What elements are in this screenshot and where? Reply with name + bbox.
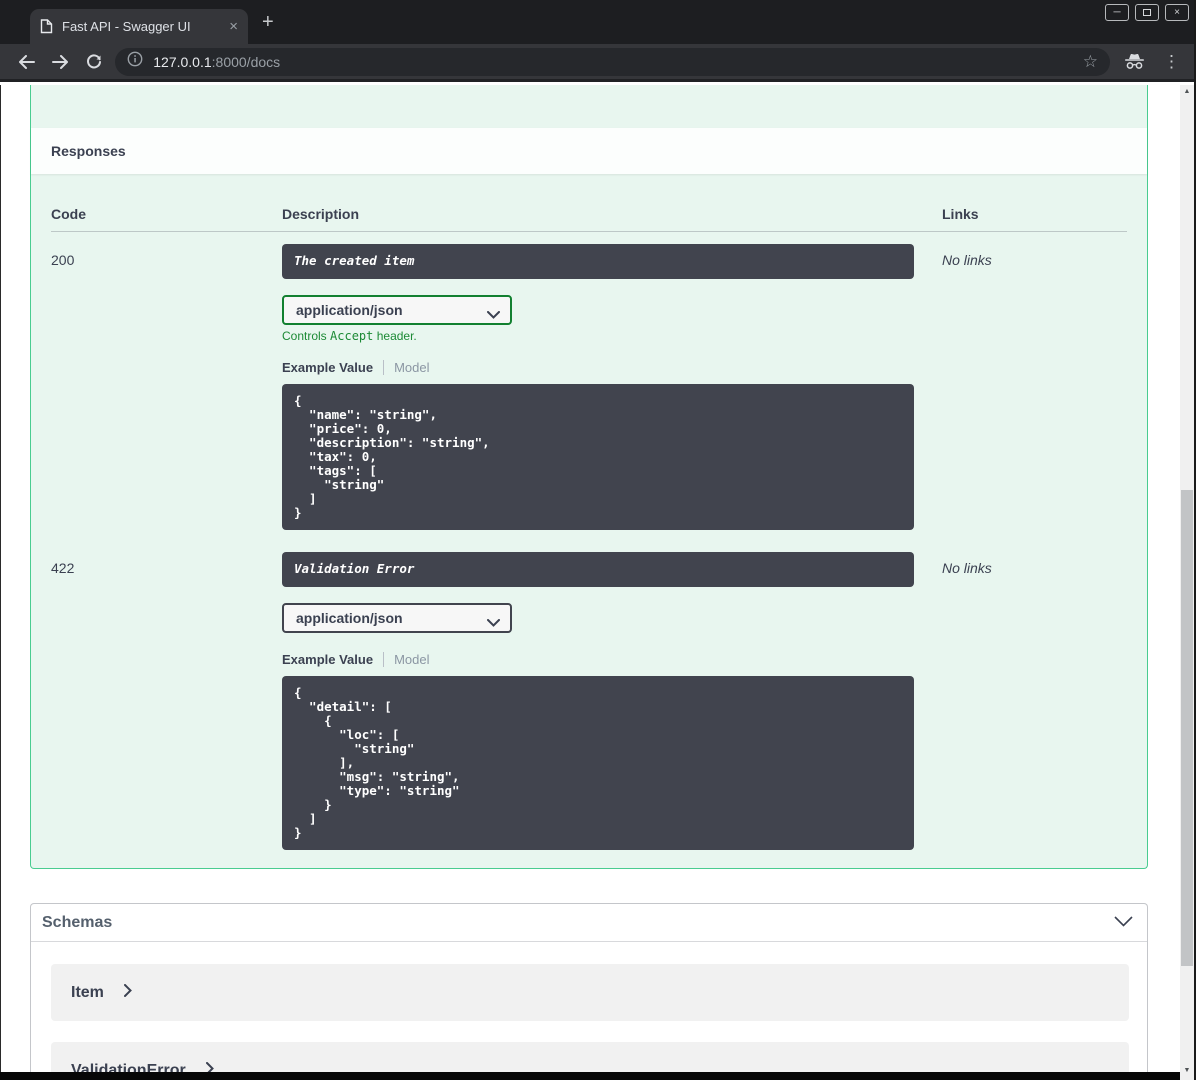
response-description-cell: The created item application/json Contro… [282,244,942,530]
window-edge-bottom [0,1072,1180,1080]
media-type-select[interactable]: application/json [282,295,512,325]
url-host: 127.0.0.1 [153,53,212,70]
site-info-icon[interactable] [127,51,143,72]
example-model-tabs: Example Value Model [282,360,942,375]
accept-note-code: Accept [330,329,374,343]
scroll-up-icon[interactable]: ▲ [1180,85,1194,97]
response-row-422: 422 Validation Error application/json Ex… [51,540,1127,850]
response-links: No links [942,560,992,576]
responses-title: Responses [51,143,126,159]
model-item[interactable]: Item [51,964,1129,1021]
expand-chevron-icon [123,983,132,1002]
tab-close-icon[interactable]: × [229,19,238,34]
model-name: Item [71,983,104,1001]
titlebar: Fast API - Swagger UI × + ─ × [0,0,1196,44]
schemas-title: Schemas [42,913,113,931]
menu-icon[interactable]: ⋮ [1157,53,1186,70]
row-gap [51,530,1127,540]
tab-model[interactable]: Model [394,652,429,667]
collapse-chevron-icon[interactable] [1114,914,1133,932]
page-icon [40,19,53,34]
response-links: No links [942,252,992,268]
example-json-block: { "detail": [ { "loc": [ "string" ], "ms… [282,676,914,850]
window-edge-left [0,85,1,1080]
maximize-button[interactable] [1135,4,1159,21]
panel-top-spacer [31,85,1147,128]
scrollbar-thumb[interactable] [1181,490,1193,966]
col-header-description: Description [282,206,360,222]
close-button[interactable]: × [1165,4,1189,21]
responses-table: Code Description Links 200 The created i… [31,174,1147,868]
response-code: 200 [51,252,75,268]
response-description-cell: Validation Error application/json Exampl… [282,552,942,850]
minimize-button[interactable]: ─ [1105,4,1129,21]
browser-window: Fast API - Swagger UI × + ─ × 127.0.0.1:… [0,0,1196,1080]
media-type-select-wrap: application/json [282,603,512,633]
reload-button[interactable] [78,47,112,77]
new-tab-button[interactable]: + [262,12,274,32]
response-description: Validation Error [282,552,914,587]
responses-header: Responses [31,128,1147,174]
scroll-down-icon[interactable]: ▼ [1180,1064,1194,1076]
browser-toolbar: 127.0.0.1:8000/docs ☆ ⋮ [0,44,1196,82]
tab-example-value[interactable]: Example Value [282,652,373,667]
chevron-down-icon [487,614,500,632]
address-bar[interactable]: 127.0.0.1:8000/docs ☆ [115,47,1110,76]
col-header-code: Code [51,206,86,222]
responses-panel: Responses Code Description Links 200 The… [30,85,1148,869]
schemas-body: Item ValidationError [31,942,1147,1080]
incognito-icon [1124,53,1145,70]
media-type-select[interactable]: application/json [282,603,512,633]
example-json-block: { "name": "string", "price": 0, "descrip… [282,384,914,530]
example-model-tabs: Example Value Model [282,652,942,667]
url-path: :8000/docs [211,53,281,70]
accept-note-suffix: header. [373,329,417,343]
tab-example-value[interactable]: Example Value [282,360,373,375]
browser-tab[interactable]: Fast API - Swagger UI × [30,9,248,44]
response-code: 422 [51,560,75,576]
url-text: 127.0.0.1:8000/docs [153,54,280,70]
responses-table-head: Code Description Links [51,206,1127,232]
response-row-200: 200 The created item application/json Co… [51,232,1127,530]
chevron-down-icon [487,306,500,324]
accept-note-prefix: Controls [282,329,331,343]
accept-header-note: Controls Accept header. [282,329,942,343]
tab-model[interactable]: Model [394,360,429,375]
page-content: Responses Code Description Links 200 The… [1,85,1180,1080]
maximize-icon [1143,9,1151,16]
schemas-header[interactable]: Schemas [31,904,1147,942]
back-button[interactable] [10,47,44,77]
schemas-panel: Schemas Item ValidationError [30,903,1148,1080]
media-type-select-wrap: application/json [282,295,512,325]
col-header-links: Links [942,206,979,222]
scrollbar[interactable]: ▲ ▼ [1180,85,1194,1080]
forward-button[interactable] [44,47,78,77]
tab-divider [383,652,385,667]
tab-divider [383,360,385,375]
bookmark-star-icon[interactable]: ☆ [1083,53,1098,70]
tab-title: Fast API - Swagger UI [62,19,191,34]
response-description: The created item [282,244,914,279]
window-controls: ─ × [1105,4,1189,21]
